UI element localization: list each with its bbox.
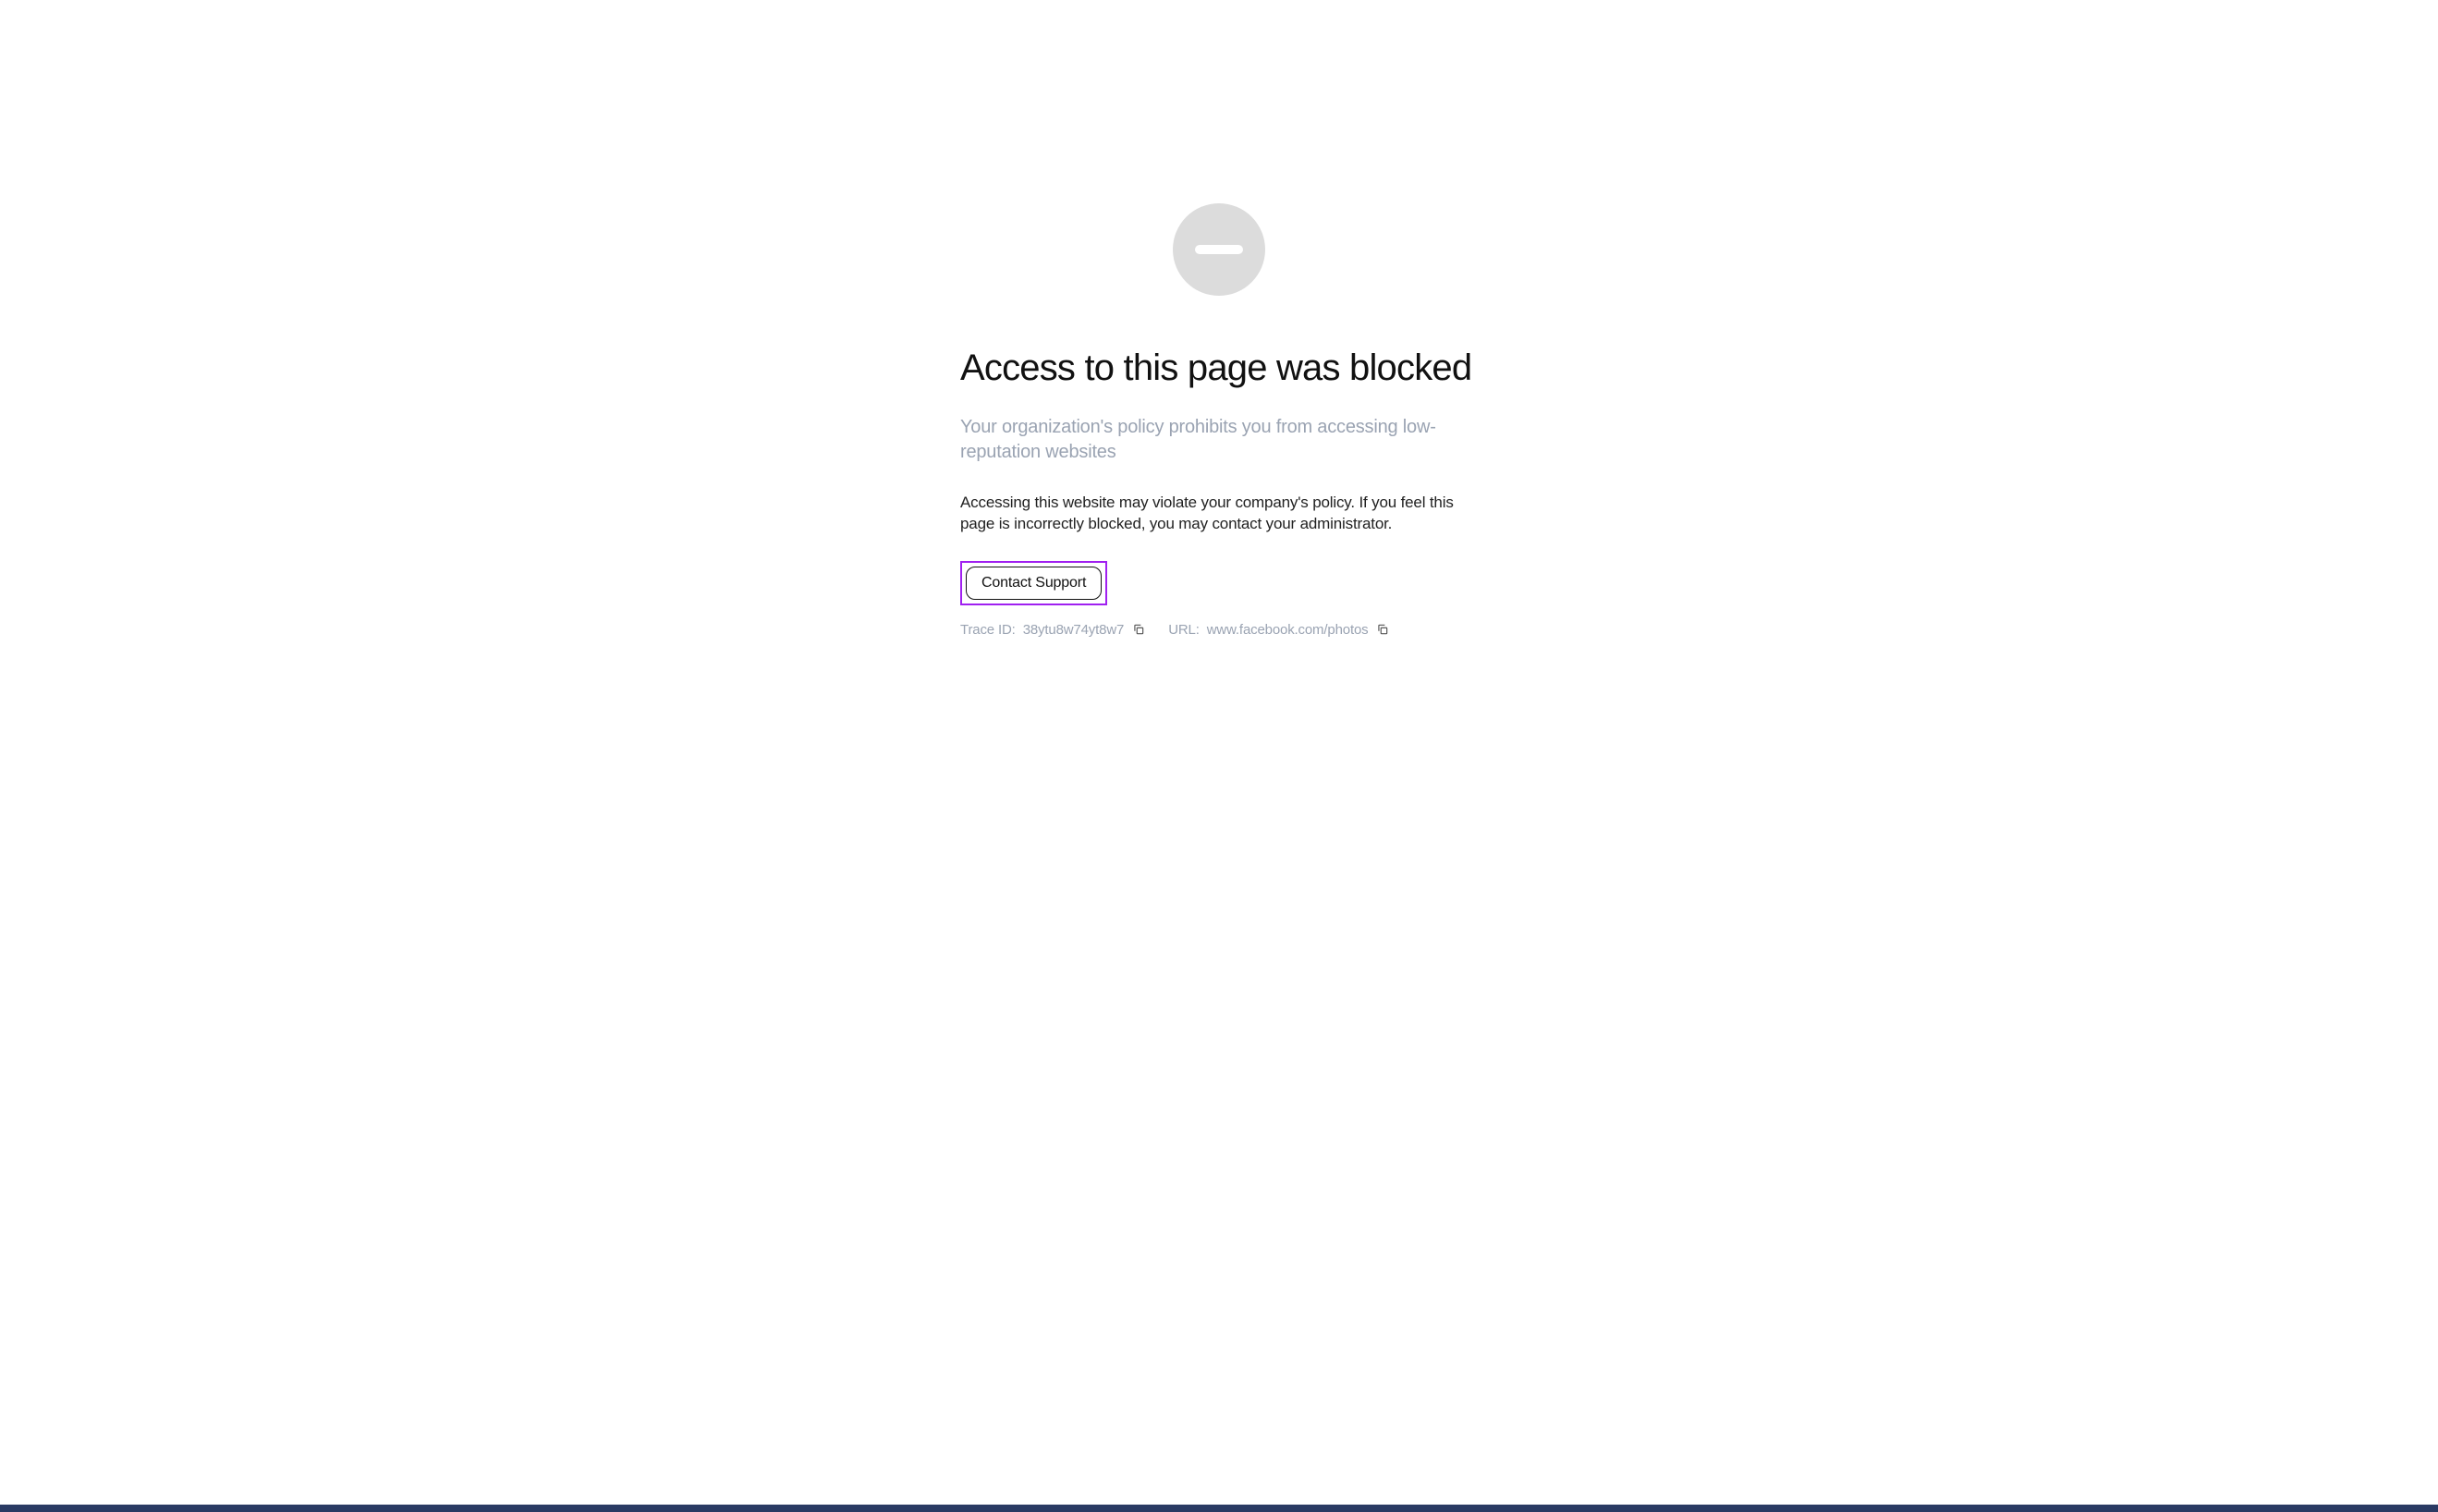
blocked-icon [1173,203,1265,296]
copy-url-icon[interactable] [1375,622,1390,637]
page-description: Accessing this website may violate your … [960,493,1478,535]
page-title: Access to this page was blocked [960,348,1471,389]
url-group: URL: www.facebook.com/photos [1168,622,1390,638]
url-value: www.facebook.com/photos [1207,622,1369,638]
button-highlight-frame: Contact Support [960,561,1107,605]
copy-trace-icon[interactable] [1131,622,1146,637]
contact-support-button[interactable]: Contact Support [966,567,1102,600]
icon-wrap [960,203,1478,296]
bottom-bar [0,1505,2438,1512]
page-subtitle: Your organization's policy prohibits you… [960,415,1478,465]
trace-id-label: Trace ID: [960,622,1016,638]
blocked-icon-bar [1195,245,1243,254]
footer-row: Trace ID: 38ytu8w74yt8w7 URL: www.facebo… [960,622,1390,638]
url-label: URL: [1168,622,1200,638]
trace-id-group: Trace ID: 38ytu8w74yt8w7 [960,622,1146,638]
trace-id-value: 38ytu8w74yt8w7 [1023,622,1125,638]
blocked-page-container: Access to this page was blocked Your org… [960,203,1478,638]
